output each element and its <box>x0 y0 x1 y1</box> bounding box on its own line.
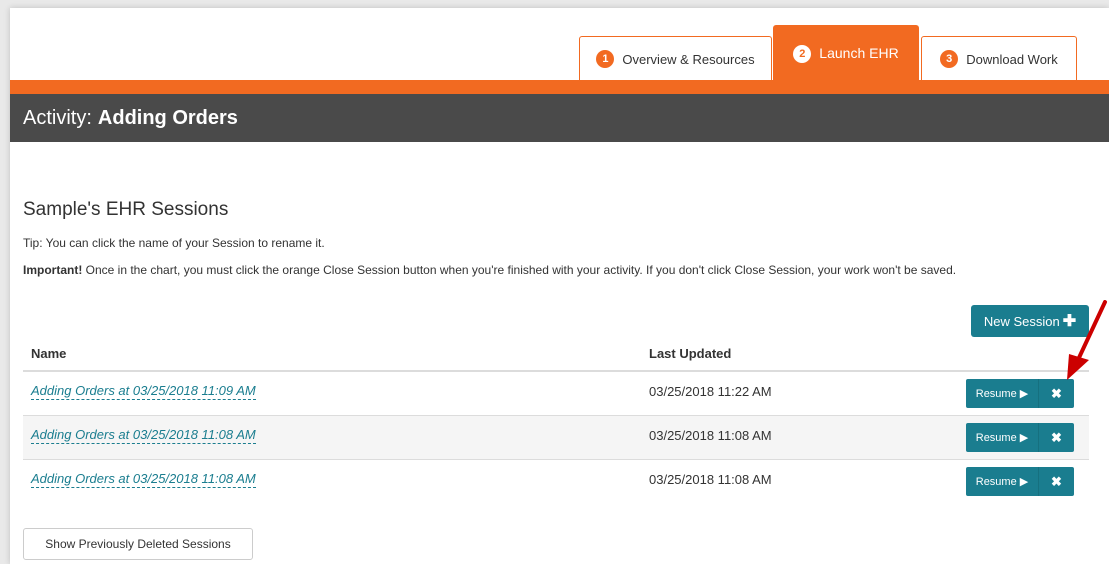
tab-overview-resources[interactable]: 1 Overview & Resources <box>579 36 772 81</box>
column-header-name: Name <box>31 346 67 361</box>
tab-label: Overview & Resources <box>622 51 755 67</box>
session-last-updated: 03/25/2018 11:22 AM <box>649 384 772 399</box>
column-header-last-updated: Last Updated <box>649 346 732 361</box>
step-number-badge: 2 <box>793 45 812 63</box>
step-number-badge: 3 <box>940 50 959 68</box>
activity-name: Adding Orders <box>97 106 238 129</box>
session-name-link[interactable]: Adding Orders at 03/25/2018 11:08 AM <box>31 471 256 488</box>
session-last-updated: 03/25/2018 11:08 AM <box>649 428 772 443</box>
session-actions: Resume ▶ ✖ <box>966 423 1074 452</box>
activity-prefix: Activity: <box>23 106 92 129</box>
session-name-link[interactable]: Adding Orders at 03/25/2018 11:08 AM <box>31 427 256 444</box>
sessions-table: Name Last Updated Adding Orders at 03/25… <box>23 342 1089 504</box>
important-text: Once in the chart, you must click the or… <box>82 263 957 277</box>
page: 1 Overview & Resources 2 Launch EHR 3 Do… <box>10 8 1109 564</box>
table-row: Adding Orders at 03/25/2018 11:09 AM 03/… <box>23 372 1089 416</box>
important-notice: Important! Once in the chart, you must c… <box>23 262 1063 279</box>
show-deleted-sessions-button[interactable]: Show Previously Deleted Sessions <box>23 528 253 560</box>
tab-label: Launch EHR <box>819 45 899 61</box>
session-last-updated: 03/25/2018 11:08 AM <box>649 472 772 487</box>
table-row: Adding Orders at 03/25/2018 11:08 AM 03/… <box>23 416 1089 460</box>
resume-button[interactable]: Resume ▶ <box>966 423 1038 452</box>
red-arrow-annotation-icon <box>1067 300 1107 380</box>
step-tabs: 1 Overview & Resources 2 Launch EHR 3 Do… <box>10 25 1109 81</box>
tab-download-work[interactable]: 3 Download Work <box>921 36 1077 81</box>
resume-button[interactable]: Resume ▶ <box>966 379 1038 408</box>
session-actions: Resume ▶ ✖ <box>966 467 1074 496</box>
session-actions: Resume ▶ ✖ <box>966 379 1074 408</box>
tab-label: Download Work <box>966 51 1058 67</box>
delete-session-button[interactable]: ✖ <box>1038 379 1074 408</box>
table-header: Name Last Updated <box>23 342 1089 372</box>
rename-tip: Tip: You can click the name of your Sess… <box>23 236 325 250</box>
accent-bar <box>10 80 1109 94</box>
table-row: Adding Orders at 03/25/2018 11:08 AM 03/… <box>23 460 1089 504</box>
activity-title-bar: Activity: Adding Orders <box>10 94 1109 142</box>
session-name-link[interactable]: Adding Orders at 03/25/2018 11:09 AM <box>31 383 256 400</box>
delete-session-button[interactable]: ✖ <box>1038 467 1074 496</box>
new-session-label: New Session <box>983 313 1060 329</box>
delete-session-button[interactable]: ✖ <box>1038 423 1074 452</box>
table-body: Adding Orders at 03/25/2018 11:09 AM 03/… <box>23 372 1089 504</box>
important-label: Important! <box>23 263 83 277</box>
resume-button[interactable]: Resume ▶ <box>966 467 1038 496</box>
step-number-badge: 1 <box>596 50 615 68</box>
tab-launch-ehr[interactable]: 2 Launch EHR <box>773 25 919 81</box>
sessions-title: Sample's EHR Sessions <box>23 199 229 220</box>
